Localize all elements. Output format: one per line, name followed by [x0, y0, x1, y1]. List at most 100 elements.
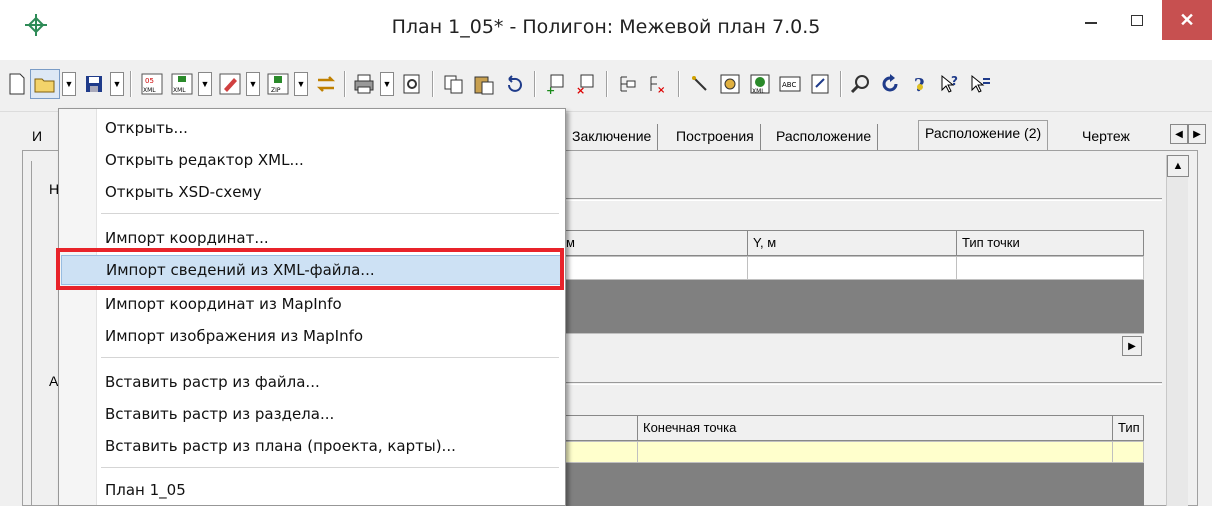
tab-conclusion[interactable]: Заключение: [566, 124, 659, 150]
chevron-down-icon: ▼: [64, 79, 74, 89]
grid2-cell[interactable]: [1112, 441, 1144, 463]
abc-button[interactable]: ABC: [776, 69, 804, 99]
add-node-button[interactable]: [614, 69, 642, 99]
svg-text:XML: XML: [173, 87, 186, 94]
svg-text:×: ×: [576, 84, 585, 95]
tab-location[interactable]: Расположение: [770, 124, 879, 150]
grid1-column-x[interactable]: м: [560, 230, 748, 256]
scan-button[interactable]: [716, 69, 744, 99]
chevron-down-icon: ▼: [200, 79, 210, 89]
edit-button[interactable]: [216, 69, 244, 99]
help-button[interactable]: ?: [906, 69, 934, 99]
toolbar-separator: [606, 71, 608, 97]
add-node-icon: [620, 76, 636, 92]
import-xml-icon: XML: [171, 73, 193, 95]
add-point-button[interactable]: +: [542, 69, 570, 99]
draw-button[interactable]: [686, 69, 714, 99]
scroll-up-button[interactable]: ▲: [1167, 155, 1189, 177]
open-dropdown-menu: Открыть... Открыть редактор XML... Откры…: [58, 108, 566, 506]
xml-dropdown-arrow[interactable]: ▼: [198, 72, 212, 96]
grid1-cell[interactable]: [560, 256, 748, 280]
refresh-button[interactable]: [876, 69, 904, 99]
tab-scroll-left-button[interactable]: ◀: [1170, 124, 1188, 144]
grid2-cell[interactable]: [560, 441, 638, 463]
grid1-cell[interactable]: [747, 256, 957, 280]
import-xml-button[interactable]: XML: [168, 69, 196, 99]
menu-item-insert-raster-file[interactable]: Вставить растр из файла...: [61, 367, 563, 397]
maximize-icon: [1131, 14, 1143, 26]
preview-button[interactable]: [398, 69, 426, 99]
delete-node-button[interactable]: ×: [644, 69, 672, 99]
paste-button[interactable]: [470, 69, 498, 99]
copy-button[interactable]: [440, 69, 468, 99]
chevron-right-icon: ▶: [1128, 340, 1136, 352]
grid1-cell[interactable]: [956, 256, 1144, 280]
menu-item-import-coordinates[interactable]: Импорт координат...: [61, 223, 563, 253]
tab-location-2[interactable]: Расположение (2): [918, 120, 1049, 152]
grid2-column-end-point[interactable]: Конечная точка: [637, 415, 1113, 441]
xml-check-button[interactable]: XML: [746, 69, 774, 99]
save-button[interactable]: [80, 69, 108, 99]
edit-dropdown-arrow[interactable]: ▼: [246, 72, 260, 96]
svg-text:×: ×: [657, 85, 665, 95]
zip-dropdown-arrow[interactable]: ▼: [294, 72, 308, 96]
options-button[interactable]: [966, 69, 994, 99]
grid2-empty-area: [560, 463, 1144, 506]
save-dropdown-arrow[interactable]: ▼: [110, 72, 124, 96]
options-icon: [971, 74, 990, 93]
svg-text:?: ?: [951, 74, 958, 88]
toolbar-separator: [130, 71, 132, 97]
tab-scroll-buttons: ◀ ▶: [1170, 124, 1206, 144]
menu-item-open[interactable]: Открыть...: [61, 113, 563, 143]
grid1-column-y[interactable]: Y, м: [747, 230, 957, 256]
tab-constructions[interactable]: Построения: [670, 124, 761, 150]
exchange-button[interactable]: [312, 69, 340, 99]
minimize-button[interactable]: [1068, 0, 1114, 40]
search-button[interactable]: [846, 69, 874, 99]
grid1-horizontal-scrollbar[interactable]: ▶: [560, 333, 1144, 357]
new-file-button[interactable]: [4, 69, 30, 99]
export-xml-button[interactable]: 05 XML: [138, 69, 166, 99]
svg-text:+: +: [546, 84, 555, 95]
toolbar-separator: [678, 71, 680, 97]
zip-button[interactable]: ZIP: [264, 69, 292, 99]
delete-point-button[interactable]: ×: [572, 69, 600, 99]
open-dropdown-arrow[interactable]: ▼: [62, 72, 76, 96]
grid1-empty-area: [560, 280, 1144, 333]
context-help-icon: ?: [941, 74, 958, 93]
toolbar-separator: [840, 71, 842, 97]
menu-item-import-image-mapinfo[interactable]: Импорт изображения из MapInfo: [61, 321, 563, 351]
group-divider-1: [566, 198, 1162, 201]
scroll-right-button[interactable]: ▶: [1122, 336, 1142, 356]
close-button[interactable]: ✕: [1162, 0, 1212, 40]
menu-item-insert-raster-plan[interactable]: Вставить растр из плана (проекта, карты)…: [61, 431, 563, 461]
grid2-cell[interactable]: [637, 441, 1113, 463]
frame-icon: [811, 74, 829, 94]
context-help-button[interactable]: ?: [936, 69, 964, 99]
undo-button[interactable]: [500, 69, 528, 99]
tab-first-partial[interactable]: И: [26, 124, 48, 150]
menu-separator: [101, 467, 559, 468]
menu-item-recent-plan[interactable]: План 1_05: [61, 475, 563, 505]
chevron-down-icon: ▼: [296, 79, 306, 89]
group-divider-2: [566, 382, 1162, 385]
edit-icon: [219, 73, 241, 95]
grid1-column-point-type[interactable]: Тип точки: [956, 230, 1144, 256]
menu-item-open-xml-editor[interactable]: Открыть редактор XML...: [61, 145, 563, 175]
grid2-column-blank[interactable]: [560, 415, 638, 441]
print-dropdown-arrow[interactable]: ▼: [380, 72, 394, 96]
menu-item-import-coordinates-mapinfo[interactable]: Импорт координат из MapInfo: [61, 289, 563, 319]
menu-item-open-xsd-schema[interactable]: Открыть XSD-схему: [61, 177, 563, 207]
vertical-scrollbar[interactable]: ▲: [1166, 155, 1189, 506]
menu-item-import-xml-data[interactable]: Импорт сведений из XML-файла...: [61, 255, 563, 285]
tab-drawing[interactable]: Чертеж: [1076, 124, 1136, 150]
maximize-button[interactable]: [1114, 0, 1160, 40]
print-button[interactable]: [350, 69, 378, 99]
frame-button[interactable]: [806, 69, 834, 99]
menu-item-insert-raster-section[interactable]: Вставить растр из раздела...: [61, 399, 563, 429]
undo-icon: [508, 75, 522, 92]
grid2-column-type[interactable]: Тип: [1112, 415, 1144, 441]
abc-icon: ABC: [779, 76, 801, 92]
tab-scroll-right-button[interactable]: ▶: [1188, 124, 1206, 144]
open-button[interactable]: [30, 69, 60, 99]
